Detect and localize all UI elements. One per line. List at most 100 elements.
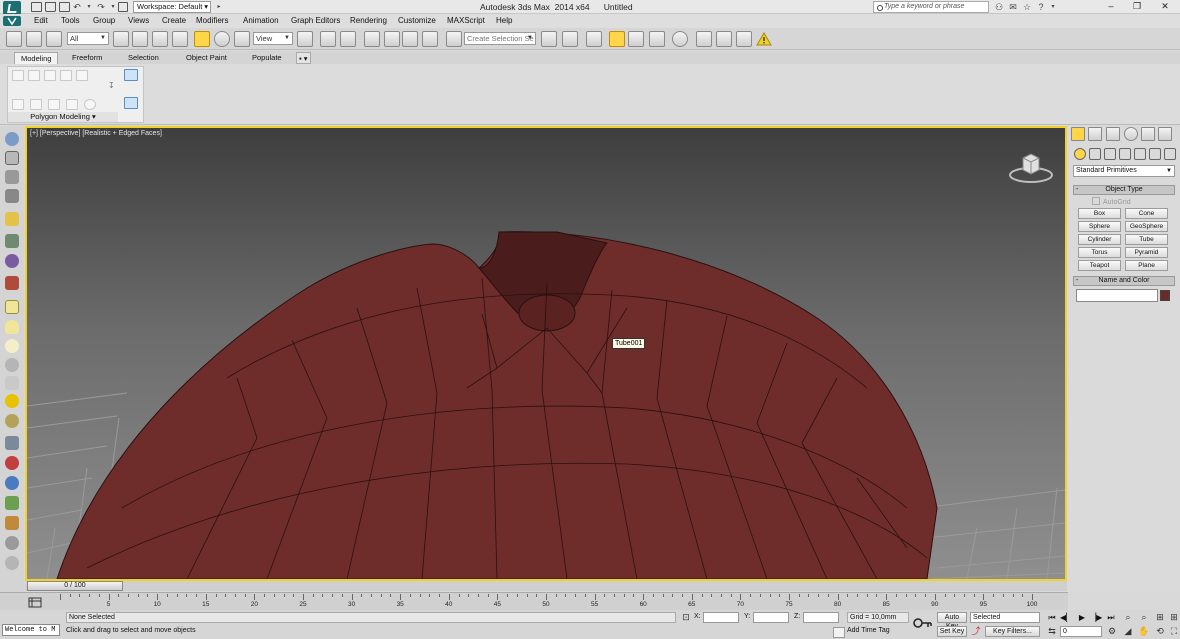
key-filters-button[interactable]: Key Filters... <box>985 626 1040 637</box>
go-to-end-icon[interactable]: ⏭ <box>1105 612 1117 623</box>
space-warps-icon[interactable] <box>1149 148 1161 160</box>
redo-dropdown-icon[interactable]: ▾ <box>108 2 118 12</box>
particle-icon[interactable] <box>5 414 19 428</box>
orbit-icon[interactable]: ⟲ <box>1154 626 1166 637</box>
close-button[interactable]: ✕ <box>1152 0 1178 14</box>
ignore-backfacing-icon[interactable] <box>30 99 42 110</box>
autogrid-checkbox[interactable]: AutoGrid <box>1092 197 1131 206</box>
curve-editor-icon[interactable] <box>628 31 644 47</box>
zoom-icon[interactable]: ⌕ <box>1122 612 1134 623</box>
maxscript-listener[interactable]: Welcome to M <box>2 624 60 636</box>
cylinder-primitive-icon[interactable] <box>5 320 19 334</box>
compound-icon[interactable] <box>5 436 19 450</box>
character-icon[interactable] <box>5 516 19 530</box>
tube-button[interactable]: Tube <box>1125 234 1168 245</box>
help-dropdown-icon[interactable]: ▾ <box>1048 2 1058 12</box>
key-filter-icon[interactable]: ⤴ <box>970 626 982 637</box>
tab-freeform[interactable]: Freeform <box>66 52 108 64</box>
mini-curve-editor-icon[interactable] <box>28 596 42 608</box>
warning-icon[interactable] <box>756 31 772 47</box>
layer-explorer-icon[interactable] <box>5 170 19 184</box>
toggle-command-panel-icon[interactable] <box>124 97 138 109</box>
container-icon[interactable] <box>5 132 19 146</box>
perspective-viewport[interactable]: [+] [Perspective] [Realistic + Edged Fac… <box>25 126 1067 581</box>
ribbon-group-label[interactable]: Polygon Modeling ▾ <box>8 112 118 122</box>
select-and-scale-icon[interactable] <box>234 31 250 47</box>
current-frame-field[interactable]: 0 <box>1060 626 1102 637</box>
reactor-icon[interactable] <box>5 536 19 550</box>
schematic-view-icon[interactable] <box>649 31 665 47</box>
tab-selection[interactable]: Selection <box>122 52 165 64</box>
spinner-snap-icon[interactable] <box>422 31 438 47</box>
hierarchy-tab-icon[interactable] <box>1106 127 1120 141</box>
mirror-icon[interactable] <box>541 31 557 47</box>
ribbon-options-button[interactable]: ▪ ▾ <box>296 52 311 64</box>
previous-frame-icon[interactable]: ◀▏ <box>1060 612 1072 623</box>
pan-icon[interactable]: ✋ <box>1138 626 1150 637</box>
unlink-icon[interactable] <box>46 31 62 47</box>
sphere-button[interactable]: Sphere <box>1078 221 1121 232</box>
subobject-icon[interactable] <box>66 99 78 110</box>
pyramid-button[interactable]: Pyramid <box>1125 247 1168 258</box>
geosphere-button[interactable]: GeoSphere <box>1125 221 1168 232</box>
name-and-color-rollout-header[interactable]: Name and Color <box>1073 276 1175 286</box>
category-dropdown[interactable]: Standard Primitives ▼ <box>1073 165 1175 177</box>
element-icon[interactable] <box>76 70 88 81</box>
select-and-move-icon[interactable] <box>194 31 210 47</box>
box-button[interactable]: Box <box>1078 208 1121 219</box>
search-input[interactable]: Type a keyword or phrase <box>873 1 989 13</box>
rectangular-selection-icon[interactable] <box>152 31 168 47</box>
world-icon[interactable] <box>5 476 19 490</box>
sphere-primitive-icon[interactable] <box>5 339 19 353</box>
vertex-icon[interactable] <box>12 70 24 81</box>
menu-create[interactable]: Create <box>162 16 186 25</box>
time-slider-thumb[interactable]: 0 / 100 <box>27 581 123 591</box>
object-type-rollout-header[interactable]: Object Type <box>1073 185 1175 195</box>
tab-object-paint[interactable]: Object Paint <box>180 52 233 64</box>
tab-populate[interactable]: Populate <box>246 52 288 64</box>
open-file-icon[interactable] <box>45 2 56 12</box>
z-coordinate-field[interactable] <box>803 612 839 623</box>
sun-light-icon[interactable] <box>5 394 19 408</box>
redo-icon[interactable]: ↷ <box>96 2 106 12</box>
save-icon[interactable] <box>59 2 70 12</box>
material-editor-icon[interactable] <box>672 31 688 47</box>
helper-icon[interactable] <box>5 254 19 268</box>
zoom-all-icon[interactable]: ⌕ <box>1138 612 1150 623</box>
favorites-icon[interactable]: ☆ <box>1022 2 1032 12</box>
pivot-point-center-icon[interactable] <box>297 31 313 47</box>
material-sphere-icon[interactable] <box>5 456 19 470</box>
cone-button[interactable]: Cone <box>1125 208 1168 219</box>
zoom-extents-icon[interactable]: ⊞ <box>1154 612 1166 623</box>
select-and-link-icon[interactable] <box>26 31 42 47</box>
undo-dropdown-icon[interactable]: ▾ <box>84 2 94 12</box>
menu-rendering[interactable]: Rendering <box>350 16 387 25</box>
edge-icon[interactable] <box>28 70 40 81</box>
edit-named-selection-icon[interactable] <box>446 31 462 47</box>
field-of-view-icon[interactable]: ◢ <box>1122 626 1134 637</box>
named-selection-dropdown[interactable]: Create Selection Se ▼ <box>464 32 536 45</box>
menu-modifiers[interactable]: Modifiers <box>196 16 228 25</box>
systems-icon[interactable] <box>1164 148 1176 160</box>
project-folder-icon[interactable] <box>118 2 128 12</box>
minimize-button[interactable]: – <box>1098 0 1124 14</box>
menu-animation[interactable]: Animation <box>243 16 279 25</box>
polygon-icon[interactable] <box>60 70 72 81</box>
rendered-frame-window-icon[interactable] <box>716 31 732 47</box>
multi-icon[interactable] <box>84 99 96 110</box>
display-tab-icon[interactable] <box>1141 127 1155 141</box>
utilities-tab-icon[interactable] <box>1158 127 1172 141</box>
menu-help[interactable]: Help <box>496 16 512 25</box>
app-logo-icon[interactable] <box>3 1 21 15</box>
cylinder-button[interactable]: Cylinder <box>1078 234 1121 245</box>
scene-geometry[interactable] <box>27 128 1065 579</box>
menu-views[interactable]: Views <box>128 16 149 25</box>
application-button-icon[interactable] <box>2 15 22 27</box>
viewcube-icon[interactable] <box>1009 148 1053 184</box>
maximize-viewport-icon[interactable]: ⛶ <box>1168 626 1180 637</box>
workspace-dropdown[interactable]: Workspace: Default ▾ <box>133 1 211 13</box>
menu-edit[interactable]: Edit <box>34 16 48 25</box>
select-by-name-icon[interactable] <box>132 31 148 47</box>
new-file-icon[interactable] <box>31 2 42 12</box>
play-icon[interactable]: ▶ <box>1076 612 1088 623</box>
